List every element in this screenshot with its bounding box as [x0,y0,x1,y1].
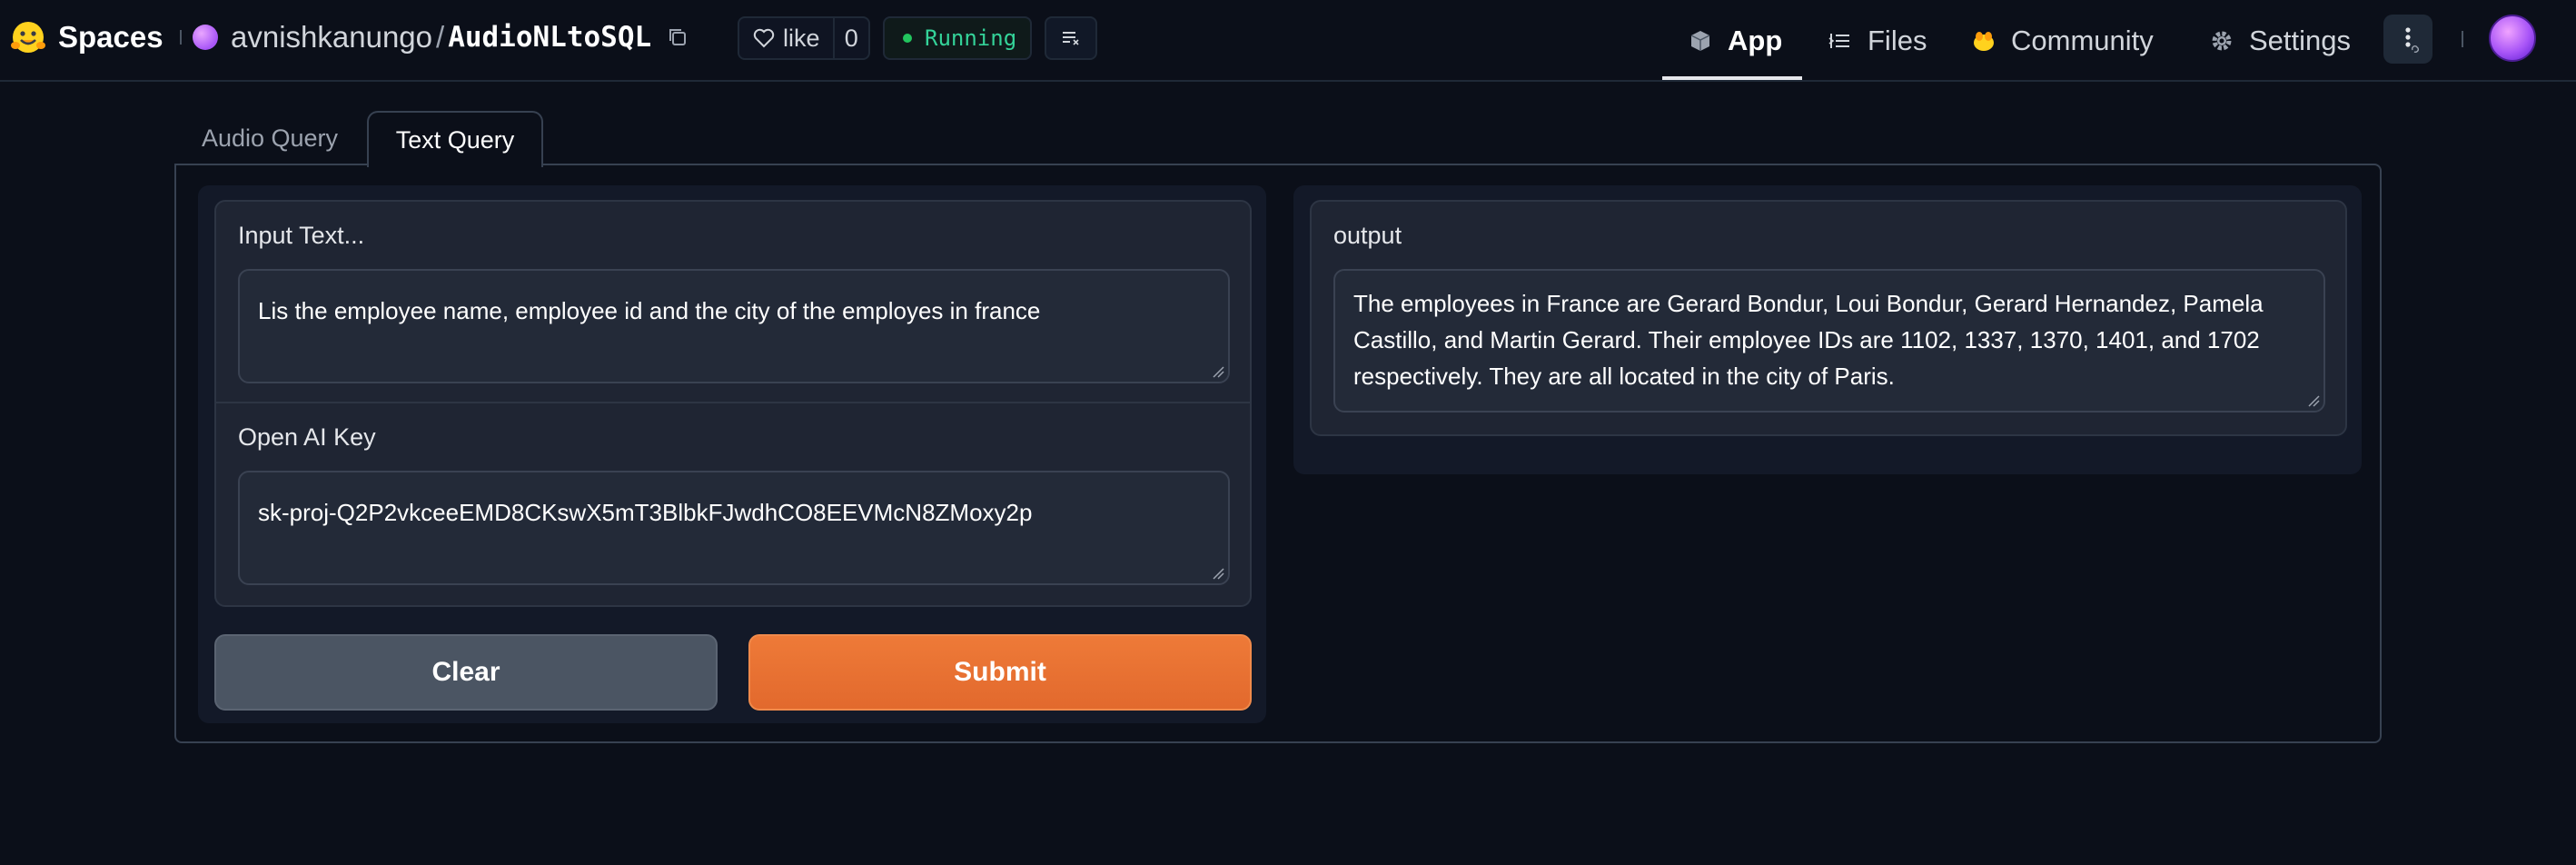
more-options-button[interactable] [2383,15,2432,64]
submit-button[interactable]: Submit [748,634,1252,711]
community-icon [1974,32,1994,51]
nav-community-tab[interactable]: Community [1971,0,2154,82]
gear-icon [2212,31,2232,51]
top-navbar: Spaces avnishkanungo / AudioNLtoSQL like… [0,0,2576,82]
nav-files-tab[interactable]: Files [1828,0,1927,82]
copy-icon[interactable] [666,25,689,49]
resize-handle-icon[interactable] [1212,567,1224,580]
like-count[interactable]: 0 [835,25,868,53]
more-vertical-icon [2405,27,2419,53]
repo-breadcrumb: avnishkanungo / AudioNLtoSQL [193,16,689,58]
tab-audio-query[interactable]: Audio Query [174,111,365,165]
api-key-label: Open AI Key [238,423,376,451]
output-block: output The employees in France are Gerar… [1310,200,2347,436]
output-column: output The employees in France are Gerar… [1293,185,2362,474]
spaces-home-link[interactable]: Spaces [9,16,182,58]
nav-settings-label: Settings [2249,25,2352,56]
api-key-block: Open AI Key sk-proj-Q2P2vkceeEMD8CKswX5m… [214,402,1252,607]
logs-button[interactable] [1045,16,1097,60]
resize-handle-icon[interactable] [1212,365,1224,378]
status-dot-icon [903,34,912,43]
nav-app-label: App [1728,25,1783,56]
status-badge[interactable]: Running [883,16,1032,60]
nav-settings-tab[interactable]: Settings [2209,0,2351,82]
owner-avatar[interactable] [193,25,218,50]
spaces-label: Spaces [58,20,163,54]
clear-button[interactable]: Clear [214,634,718,711]
tab-panel: Input Text... Lis the employee name, emp… [174,164,2382,743]
like-widget: like 0 [738,16,870,60]
output-field[interactable]: The employees in France are Gerard Bondu… [1333,269,2325,413]
repo-name-link[interactable]: AudioNLtoSQL [448,21,651,54]
hugging-face-logo-icon [11,22,45,53]
breadcrumb-separator: / [436,20,445,54]
api-key-value: sk-proj-Q2P2vkceeEMD8CKswX5mT3BlbkFJwdhC… [258,499,1033,526]
heart-icon [753,28,775,48]
resize-handle-icon[interactable] [2307,394,2320,407]
output-label: output [1333,222,1402,249]
nav-app-tab[interactable]: App [1688,0,1782,82]
input-text-block: Input Text... Lis the employee name, emp… [214,200,1252,403]
divider [179,30,182,45]
input-text-label: Input Text... [238,222,365,249]
tab-text-query[interactable]: Text Query [367,111,543,167]
cube-icon [1690,31,1710,51]
like-label: like [783,24,820,52]
like-button[interactable]: like [739,18,835,58]
user-avatar[interactable] [2489,15,2536,62]
status-text: Running [925,25,1017,51]
api-key-field[interactable]: sk-proj-Q2P2vkceeEMD8CKswX5mT3BlbkFJwdhC… [238,471,1230,585]
nav-files-label: Files [1868,25,1927,56]
repo-owner-link[interactable]: avnishkanungo [231,20,432,55]
active-tab-indicator [1662,76,1802,80]
input-text-value: Lis the employee name, employee id and t… [258,297,1041,324]
files-icon [1828,34,1849,48]
output-value: The employees in France are Gerard Bondu… [1353,290,2264,390]
input-column: Input Text... Lis the employee name, emp… [198,185,1266,723]
divider [2462,31,2463,47]
logs-icon [1063,32,1079,45]
nav-community-label: Community [2011,25,2154,56]
input-text-field[interactable]: Lis the employee name, employee id and t… [238,269,1230,383]
